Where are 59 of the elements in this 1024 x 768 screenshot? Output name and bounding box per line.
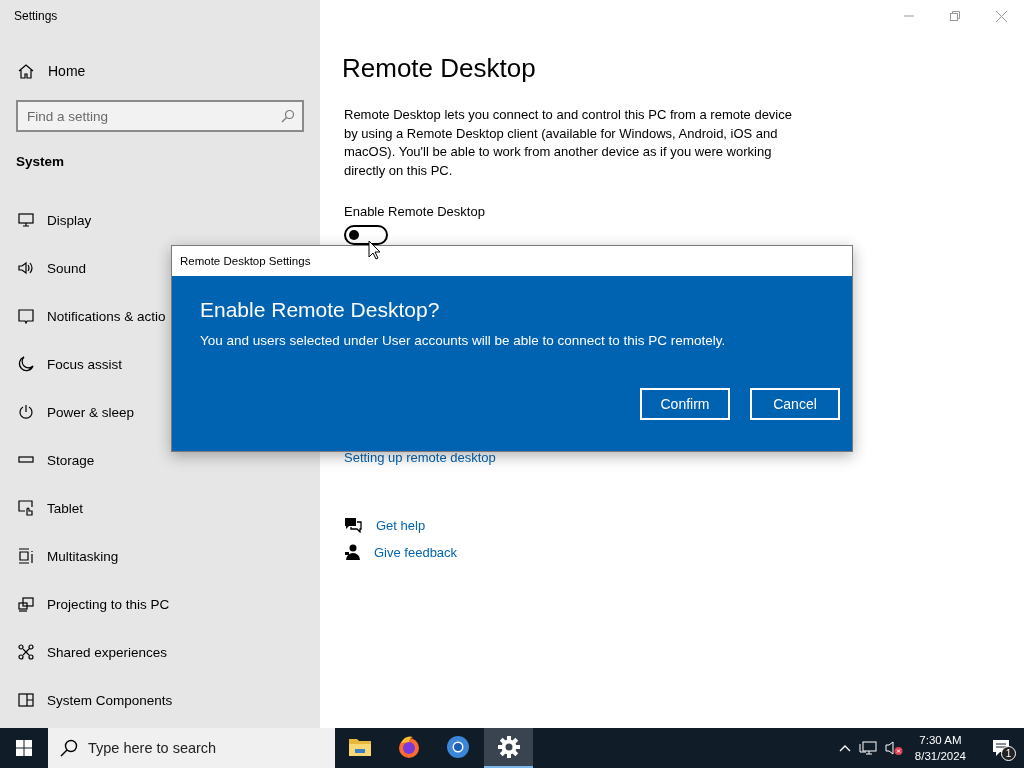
taskbar-app[interactable]	[484, 728, 533, 768]
sidebar-item[interactable]: Power & sleep	[16, 388, 304, 436]
projector-icon	[18, 596, 34, 612]
person-icon	[344, 544, 360, 561]
settings-icon	[497, 736, 520, 758]
multitask-icon	[18, 548, 34, 564]
help-link[interactable]: Give feedback	[374, 545, 458, 560]
message-icon	[18, 308, 34, 324]
date: 8/31/2024	[914, 749, 966, 764]
sidebar-item[interactable]: Projecting to this PC	[16, 580, 304, 628]
windows-icon	[16, 740, 32, 756]
home-icon	[18, 63, 34, 79]
sidebar-item[interactable]: Display	[16, 196, 304, 244]
dialog-button[interactable]: Confirm	[640, 388, 730, 420]
dialog-title: Remote Desktop Settings	[180, 255, 311, 267]
search-icon	[281, 109, 295, 123]
network-icon[interactable]	[858, 740, 877, 756]
page-title: Remote Desktop	[342, 53, 537, 84]
minimize-icon	[904, 15, 914, 17]
power-icon	[18, 404, 34, 420]
drive-icon	[18, 456, 34, 464]
sidebar-item[interactable]: System Components	[16, 676, 304, 724]
sidebar-item[interactable]: Multitasking	[16, 532, 304, 580]
taskbar-search-field[interactable]: Type here to search	[48, 728, 335, 768]
dialog-message: You and users selected under User accounts will be able to connect to this PC remotely.	[200, 333, 727, 348]
clock[interactable]: 7:30 AM 8/31/2024	[914, 732, 966, 764]
dialog-heading: Enable Remote Desktop?	[200, 298, 441, 322]
sidebar-item[interactable]: Shared experiences	[16, 628, 304, 676]
setup-link[interactable]: Setting up remote desktop	[344, 450, 496, 465]
time: 7:30 AM	[919, 733, 962, 748]
browser-icon	[445, 735, 470, 759]
home-label: Home	[48, 63, 86, 79]
moon-icon	[18, 356, 34, 372]
sidebar-item[interactable]: Storage	[16, 436, 304, 484]
toggle-switch[interactable]	[344, 225, 388, 245]
chat-icon	[344, 517, 362, 533]
dialog-button[interactable]: Cancel	[750, 388, 840, 420]
firefox-icon	[396, 735, 421, 759]
toggle-label: Enable Remote Desktop	[344, 204, 486, 219]
notifications-button[interactable]: 1	[986, 733, 1016, 763]
notification-count: 1	[1001, 746, 1016, 761]
close-icon	[995, 10, 1007, 22]
sidebar-item[interactable]: Tablet	[16, 484, 304, 532]
muted-speaker-icon[interactable]	[884, 740, 903, 756]
folder-icon	[347, 737, 372, 757]
window-title: Settings	[14, 9, 59, 23]
search-field[interactable]: Find a setting	[16, 100, 304, 132]
section-heading: System	[16, 154, 66, 169]
panel-icon	[18, 693, 34, 707]
network-icon	[18, 644, 34, 660]
speaker-icon	[18, 261, 34, 275]
help-link[interactable]: Get help	[376, 517, 426, 533]
chevron-up-icon[interactable]	[838, 744, 851, 752]
search-icon	[60, 739, 78, 757]
monitor-icon	[18, 213, 34, 227]
home-nav-item[interactable]: Home	[16, 63, 304, 79]
restore-icon	[950, 11, 960, 21]
tablet-icon	[18, 500, 34, 516]
page-description: Remote Desktop lets you connect to and control this PC from a remote device by using a Remote Desktop client (available for Windows, Android, iOS and macOS). You'll be able to work from another device as if you were working directly on this PC.	[344, 106, 793, 180]
